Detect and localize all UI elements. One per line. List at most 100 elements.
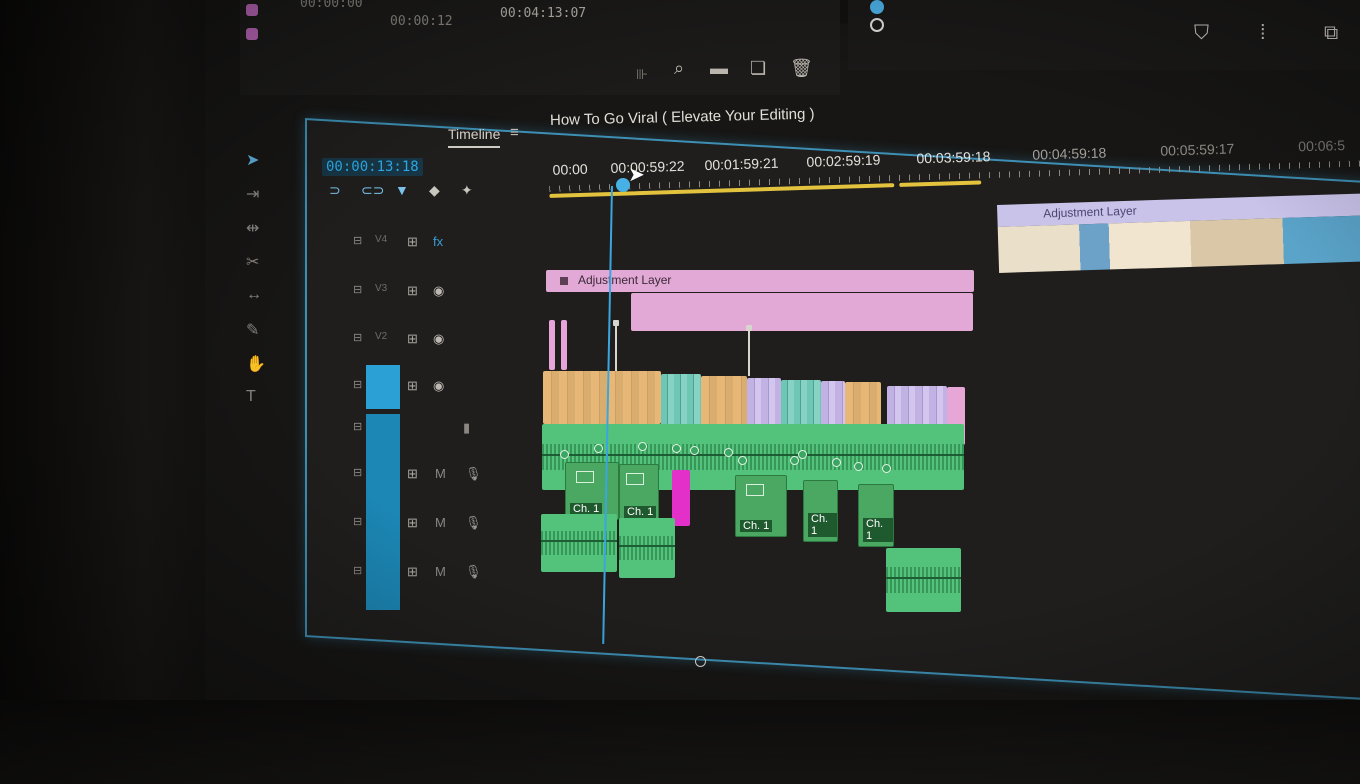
audio-channel-clip[interactable]: Ch. 1 xyxy=(858,484,894,547)
title-clip[interactable] xyxy=(549,320,555,370)
tab-timeline[interactable]: Timeline xyxy=(448,126,501,148)
sync-lock-icon[interactable]: ⊞ xyxy=(407,378,418,394)
ruler-label: 00:04:59:18 xyxy=(1032,144,1107,163)
lock-icon[interactable]: ⊟ xyxy=(353,515,362,528)
volume-keyframe[interactable] xyxy=(672,444,681,453)
label-color-swatch xyxy=(246,4,258,16)
ruler-label: 00:01:59:21 xyxy=(704,154,779,174)
microphone-icon[interactable]: ▮ xyxy=(463,420,470,436)
lock-icon[interactable]: ⊟ xyxy=(353,331,362,344)
sync-lock-icon[interactable]: ⊞ xyxy=(407,564,418,580)
volume-keyframe[interactable] xyxy=(594,444,603,453)
volume-keyframe[interactable] xyxy=(790,456,799,465)
project-panel: 00:00:00 00:00:12 00:04:13:07 ⊪ ⌕ ▬ ❏ 🗑 xyxy=(240,0,840,95)
sfx-clip[interactable] xyxy=(672,470,690,526)
volume-keyframe[interactable] xyxy=(738,456,747,465)
sync-lock-icon[interactable]: ⊞ xyxy=(407,515,418,531)
tools-panel: ➤ ⇥ ⇹ ✂ ↔ ✎ ✋ T xyxy=(238,140,278,450)
folder-icon[interactable]: ▬ xyxy=(710,58,728,79)
track-select-icon[interactable]: ⇥ xyxy=(246,184,259,204)
eyedropper-icon[interactable]: ⁞ xyxy=(1260,22,1266,45)
adjustment-layer-clip-far[interactable]: Adjustment Layer xyxy=(997,193,1360,277)
mute-button[interactable]: M xyxy=(435,515,446,530)
volume-keyframe[interactable] xyxy=(882,464,891,473)
microphone-icon[interactable]: 🎙 xyxy=(465,466,482,482)
lock-icon[interactable]: ⊟ xyxy=(353,234,362,247)
volume-keyframe[interactable] xyxy=(638,442,647,451)
lock-icon[interactable]: ⊟ xyxy=(353,466,362,479)
zoom-scroll-handle[interactable] xyxy=(695,656,706,667)
sync-lock-icon[interactable]: ⊞ xyxy=(407,234,418,250)
lock-icon[interactable]: ⊟ xyxy=(353,378,362,391)
search-icon[interactable]: ⌕ xyxy=(674,58,684,79)
volume-keyframe[interactable] xyxy=(690,446,699,455)
ruler-label: 00:05:59:17 xyxy=(1160,140,1235,159)
microphone-icon[interactable]: 🎙 xyxy=(465,564,482,580)
audio-channel-clip[interactable]: Ch. 1 xyxy=(565,462,619,520)
volume-keyframe[interactable] xyxy=(854,462,863,471)
eye-icon[interactable]: ◉ xyxy=(433,331,444,347)
audio-channel-clip[interactable]: Ch. 1 xyxy=(619,464,659,523)
trash-icon[interactable]: 🗑 xyxy=(790,58,813,79)
clip-marker[interactable] xyxy=(613,320,619,371)
sync-lock-icon[interactable]: ⊞ xyxy=(407,331,418,347)
slip-tool-icon[interactable]: ↔ xyxy=(246,286,262,304)
sync-lock-icon[interactable]: ⊞ xyxy=(407,283,418,299)
title-clip[interactable] xyxy=(561,320,567,370)
lock-icon[interactable]: ⊟ xyxy=(353,420,362,433)
film-icon[interactable]: ⊪ xyxy=(636,66,648,83)
ruler-label: 00:02:59:19 xyxy=(806,151,881,170)
program-playhead[interactable] xyxy=(870,0,884,14)
snap-icon[interactable]: ⊃ xyxy=(329,182,341,199)
voiceover-clip[interactable] xyxy=(619,518,675,578)
lock-icon[interactable]: ⊟ xyxy=(353,564,362,577)
new-item-icon[interactable]: ❏ xyxy=(750,58,766,79)
export-frame-icon[interactable]: ⧉ xyxy=(1324,22,1338,45)
clip-marker[interactable] xyxy=(746,325,752,376)
audio-channel-clip[interactable]: Ch. 1 xyxy=(803,480,838,542)
hand-tool-icon[interactable]: ✋ xyxy=(246,354,266,374)
program-monitor: ⛉ ⁞ ⧉ xyxy=(848,0,1360,70)
work-area-bar[interactable] xyxy=(899,180,982,187)
selection-tool-icon[interactable]: ➤ xyxy=(246,150,259,170)
video-clip[interactable] xyxy=(661,374,701,428)
video-clip[interactable] xyxy=(543,371,661,424)
channel-label: Ch. 1 xyxy=(740,520,773,532)
audio-channel-clip[interactable]: Ch. 1 xyxy=(735,475,787,537)
track-label: V4 xyxy=(375,234,388,245)
marker-icon[interactable]: ◆ xyxy=(429,182,440,199)
pen-tool-icon[interactable]: ✎ xyxy=(246,320,259,340)
razor-tool-icon[interactable]: ✂ xyxy=(246,252,259,272)
shield-icon[interactable]: ⛉ xyxy=(1194,22,1209,45)
ripple-edit-icon[interactable]: ⇹ xyxy=(246,218,259,238)
current-timecode[interactable]: 00:00:13:18 xyxy=(322,158,423,176)
channel-label: Ch. 1 xyxy=(863,518,893,542)
microphone-icon[interactable]: 🎙 xyxy=(465,515,482,531)
volume-rubber-band[interactable] xyxy=(619,545,675,547)
panel-menu-icon[interactable]: ≡ xyxy=(510,124,519,141)
eye-icon[interactable]: ◉ xyxy=(433,283,444,299)
clip-frame-icon xyxy=(576,471,594,483)
lock-icon[interactable]: ⊟ xyxy=(353,283,362,296)
volume-keyframe[interactable] xyxy=(724,448,733,457)
volume-keyframe[interactable] xyxy=(798,450,807,459)
voiceover-clip[interactable] xyxy=(886,548,961,612)
eye-icon[interactable]: fx xyxy=(433,234,443,249)
volume-rubber-band[interactable] xyxy=(886,576,961,579)
type-tool-icon[interactable]: T xyxy=(246,388,256,406)
add-marker-icon[interactable]: ▼ xyxy=(395,182,409,198)
ruler-label: 00:03:59:18 xyxy=(916,148,991,167)
source-patch-v1[interactable] xyxy=(366,365,400,409)
eye-icon[interactable]: ◉ xyxy=(433,378,444,394)
program-out-point[interactable] xyxy=(870,18,884,32)
sync-lock-icon[interactable]: ⊞ xyxy=(407,466,418,482)
mute-button[interactable]: M xyxy=(435,466,446,481)
clip-frame-icon xyxy=(626,473,644,485)
wrench-icon[interactable]: ✦ xyxy=(461,182,473,199)
volume-keyframe[interactable] xyxy=(560,450,569,459)
video-clip[interactable] xyxy=(701,376,747,430)
volume-keyframe[interactable] xyxy=(832,458,841,467)
mute-button[interactable]: M xyxy=(435,564,446,579)
linked-selection-icon[interactable]: ⊂⊃ xyxy=(361,182,384,199)
adjustment-layer-clip[interactable] xyxy=(631,293,973,331)
